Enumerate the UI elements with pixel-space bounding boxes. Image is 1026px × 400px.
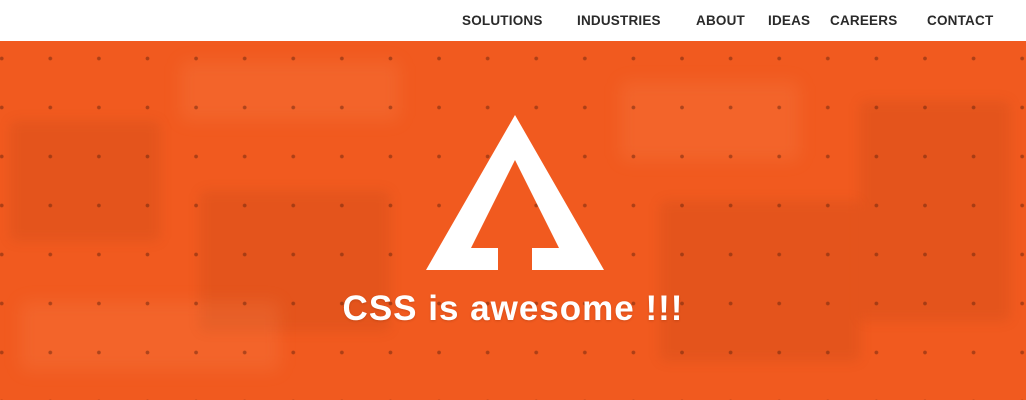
nav-item-ideas[interactable]: IDEAS [768, 13, 810, 28]
hero-banner: CSS is awesome !!! [0, 41, 1026, 400]
nav-item-industries[interactable]: INDUSTRIES [577, 13, 661, 28]
page: SOLUTIONS INDUSTRIES ABOUT IDEAS CAREERS… [0, 0, 1026, 400]
nav-item-careers[interactable]: CAREERS [830, 13, 897, 28]
nav-item-solutions[interactable]: SOLUTIONS [462, 13, 543, 28]
nav-item-contact[interactable]: CONTACT [927, 13, 993, 28]
hero-tagline: CSS is awesome !!! [342, 289, 684, 328]
nav-item-about[interactable]: ABOUT [696, 13, 745, 28]
triangle-arrow-logo-icon [426, 115, 604, 270]
top-navbar: SOLUTIONS INDUSTRIES ABOUT IDEAS CAREERS… [0, 0, 1026, 41]
